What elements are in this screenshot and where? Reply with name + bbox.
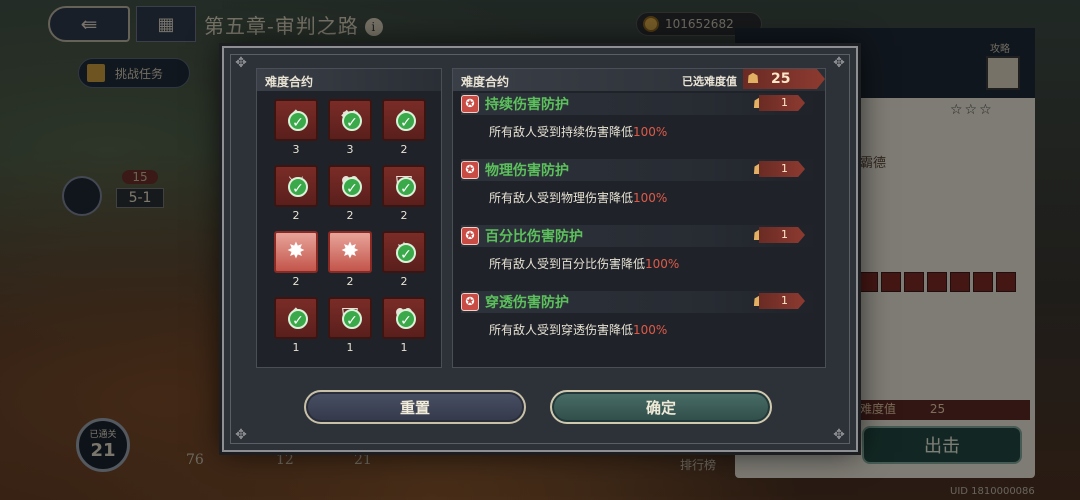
contract-entry-desc-text: 所有敌人受到物理伤害降低 [489, 191, 634, 205]
contract-entry-value: 1 [759, 227, 805, 243]
contract-entry-percent: 100% [633, 125, 668, 139]
shield-icon: ✪ [461, 161, 479, 179]
checkmark-icon: ✓ [342, 177, 362, 197]
contract-cell[interactable]: ⬆✓ 3 [273, 99, 319, 157]
contract-icon[interactable]: ⚒✓ [328, 99, 372, 141]
contract-entry-desc: 所有敌人受到穿透伤害降低100% [489, 321, 817, 338]
contract-value: 3 [346, 143, 354, 156]
contract-cell[interactable]: ⛨✓ 2 [381, 165, 427, 223]
contract-cell[interactable]: ⚔✓ 2 [273, 165, 319, 223]
selected-difficulty-number: 25 [771, 71, 791, 87]
contract-entry-title: 穿透伤害防护 [485, 295, 569, 311]
contract-cell[interactable]: ⬆✓ 2 [381, 99, 427, 157]
contract-icon[interactable]: ✸ [274, 231, 318, 273]
checkmark-icon: ✓ [342, 309, 362, 329]
contract-value: 2 [400, 209, 408, 222]
contract-value: 1 [292, 341, 300, 354]
contract-value: 2 [400, 143, 408, 156]
checkmark-icon: ✓ [396, 177, 416, 197]
corner-ornament-icon: ✥ [833, 55, 845, 71]
contract-icon[interactable]: ♥✓ [382, 297, 426, 339]
contract-icon[interactable]: ⬆✓ [274, 297, 318, 339]
contract-cell[interactable]: ✸ 2 [327, 231, 373, 289]
contract-entry: ✪百分比伤害防护☗1所有敌人受到百分比伤害降低100% [461, 225, 817, 272]
contract-cell[interactable]: ♥✓ 2 [327, 165, 373, 223]
difficulty-contract-modal: ✥ ✥ ✥ ✥ 难度合约 ⬆✓3⚒✓3⬆✓2⚔✓2♥✓2⛨✓2✸2✸2✸✓2⬆✓… [222, 46, 858, 452]
confirm-button[interactable]: 确定 [550, 390, 772, 424]
contract-cell[interactable]: ♥✓ 1 [381, 297, 427, 355]
contract-entry-title-row: ✪持续伤害防护☗1 [461, 93, 817, 115]
contract-grid: ⬆✓3⚒✓3⬆✓2⚔✓2♥✓2⛨✓2✸2✸2✸✓2⬆✓1⛨✓1♥✓1 [257, 91, 441, 355]
corner-ornament-icon: ✥ [833, 427, 845, 443]
contract-grid-panel: 难度合约 ⬆✓3⚒✓3⬆✓2⚔✓2♥✓2⛨✓2✸2✸2✸✓2⬆✓1⛨✓1♥✓1 [256, 68, 442, 368]
contract-cell[interactable]: ✸✓ 2 [381, 231, 427, 289]
contract-entry-percent: 100% [633, 323, 668, 337]
contract-icon[interactable]: ⬆✓ [382, 99, 426, 141]
corner-ornament-icon: ✥ [235, 427, 247, 443]
contract-entry: ✪穿透伤害防护☗1所有敌人受到穿透伤害降低100% [461, 291, 817, 338]
contract-icon[interactable]: ⚔✓ [274, 165, 318, 207]
checkmark-icon: ✓ [396, 243, 416, 263]
contract-entry-title-row: ✪百分比伤害防护☗1 [461, 225, 817, 247]
shield-icon: ✪ [461, 227, 479, 245]
contract-glyph-icon: ✸ [286, 239, 306, 264]
contract-entry-title: 持续伤害防护 [485, 97, 569, 113]
contract-value: 1 [400, 341, 408, 354]
contract-entry-title: 百分比伤害防护 [485, 229, 583, 245]
contract-icon[interactable]: ✸✓ [382, 231, 426, 273]
reset-button[interactable]: 重置 [304, 390, 526, 424]
contract-detail-panel: 难度合约 已选难度值 25 ☗ ✪持续伤害防护☗1所有敌人受到持续伤害降低100… [452, 68, 826, 368]
contract-cell[interactable]: ⬆✓ 1 [273, 297, 319, 355]
contract-icon[interactable]: ⛨✓ [328, 297, 372, 339]
contract-entry-desc-text: 所有敌人受到持续伤害降低 [489, 125, 634, 139]
contract-entry-desc: 所有敌人受到物理伤害降低100% [489, 189, 817, 206]
contract-entry-title-row: ✪穿透伤害防护☗1 [461, 291, 817, 313]
contract-icon[interactable]: ⬆✓ [274, 99, 318, 141]
contract-cell[interactable]: ✸ 2 [273, 231, 319, 289]
contract-detail-header: 难度合约 已选难度值 25 ☗ [453, 69, 825, 91]
contract-entry-title: 物理伤害防护 [485, 163, 569, 179]
contract-value: 3 [292, 143, 300, 156]
contract-entry-desc-text: 所有敌人受到穿透伤害降低 [489, 323, 634, 337]
checkmark-icon: ✓ [288, 309, 308, 329]
contract-entry-percent: 100% [633, 191, 668, 205]
contract-icon[interactable]: ✸ [328, 231, 372, 273]
contract-icon[interactable]: ♥✓ [328, 165, 372, 207]
checkmark-icon: ✓ [288, 111, 308, 131]
contract-value: 1 [346, 341, 354, 354]
contract-grid-title: 难度合约 [257, 69, 441, 91]
checkmark-icon: ✓ [342, 111, 362, 131]
contract-detail-title: 难度合约 [461, 75, 510, 89]
contract-cell[interactable]: ⚒✓ 3 [327, 99, 373, 157]
contract-icon[interactable]: ⛨✓ [382, 165, 426, 207]
confirm-label: 确定 [645, 398, 676, 417]
contract-entry-desc: 所有敌人受到持续伤害降低100% [489, 123, 817, 140]
contract-entry-title-row: ✪物理伤害防护☗1 [461, 159, 817, 181]
contract-value: 2 [346, 275, 354, 288]
shield-icon: ✪ [461, 95, 479, 113]
contract-entry: ✪物理伤害防护☗1所有敌人受到物理伤害降低100% [461, 159, 817, 206]
contract-entry-value: 1 [759, 161, 805, 177]
contract-cell[interactable]: ⛨✓ 1 [327, 297, 373, 355]
checkmark-icon: ✓ [396, 111, 416, 131]
selected-difficulty-label: 已选难度值 [682, 75, 737, 88]
contract-value: 2 [346, 209, 354, 222]
contract-glyph-icon: ✸ [340, 239, 360, 264]
contract-entry-desc-text: 所有敌人受到百分比伤害降低 [489, 257, 646, 271]
contract-entry-value: 1 [759, 95, 805, 111]
contract-value: 2 [400, 275, 408, 288]
checkmark-icon: ✓ [288, 177, 308, 197]
contract-value: 2 [292, 209, 300, 222]
contract-entry-value: 1 [759, 293, 805, 309]
contract-entry: ✪持续伤害防护☗1所有敌人受到持续伤害降低100% [461, 93, 817, 140]
corner-ornament-icon: ✥ [235, 55, 247, 71]
checkmark-icon: ✓ [396, 309, 416, 329]
contract-value: 2 [292, 275, 300, 288]
demon-icon: ☗ [746, 71, 760, 87]
reset-label: 重置 [399, 398, 430, 417]
contract-entry-percent: 100% [645, 257, 680, 271]
contract-entry-desc: 所有敌人受到百分比伤害降低100% [489, 255, 817, 272]
shield-icon: ✪ [461, 293, 479, 311]
